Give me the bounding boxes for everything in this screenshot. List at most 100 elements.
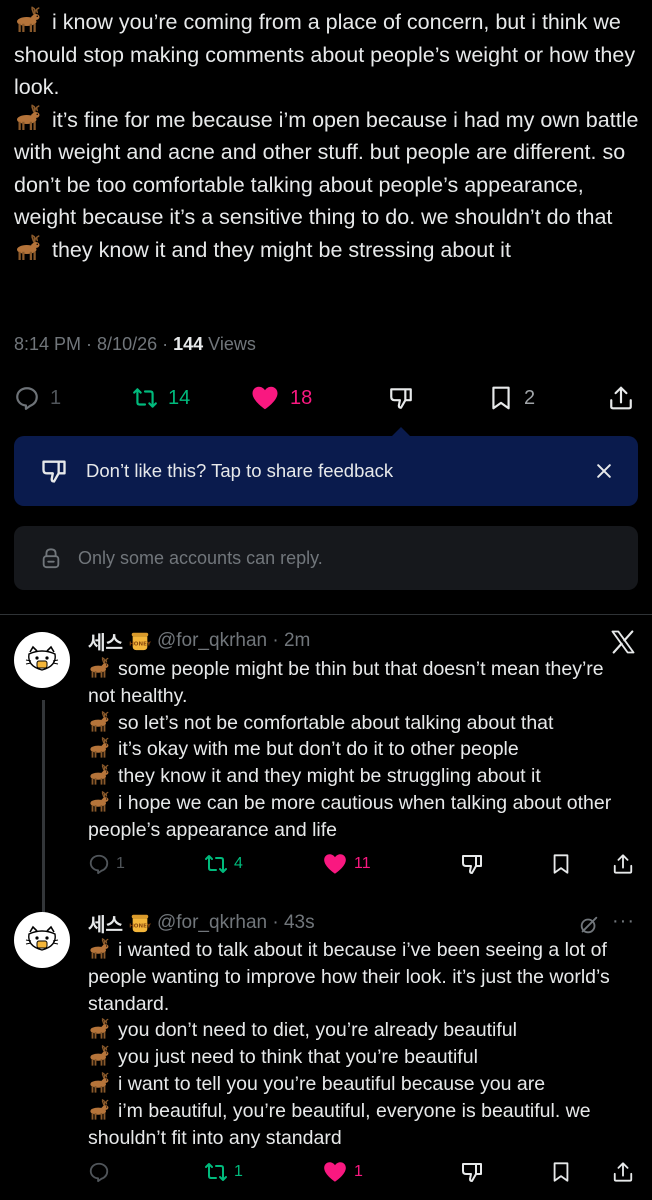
reply-actions: 1 1 xyxy=(0,1158,652,1186)
tweet-date[interactable]: 8/10/26 xyxy=(97,334,157,354)
reply-line: i wanted to talk about it because i’ve b… xyxy=(88,938,610,1015)
retweet-button[interactable]: 1 xyxy=(204,1158,243,1186)
feedback-text: Don’t like this? Tap to share feedback xyxy=(86,460,394,481)
tweet-line: i know you’re coming from a place of con… xyxy=(14,6,644,104)
deer-emoji xyxy=(88,737,112,759)
feedback-banner[interactable]: Don’t like this? Tap to share feedback xyxy=(14,436,638,506)
reply-text: i wanted to talk about it because i’ve b… xyxy=(88,937,633,1151)
reply-line: it’s okay with me but don’t do it to oth… xyxy=(88,736,633,763)
display-name[interactable]: 세스 xyxy=(88,910,123,937)
reply-line: so let’s not be comfortable about talkin… xyxy=(88,710,633,737)
deer-emoji xyxy=(14,234,44,262)
share-button[interactable] xyxy=(612,850,634,878)
share-button[interactable] xyxy=(612,1158,634,1186)
reply-time[interactable]: 2m xyxy=(284,630,310,652)
bookmark-button[interactable] xyxy=(550,850,572,878)
reply-count: 1 xyxy=(50,386,62,409)
deer-emoji xyxy=(88,1045,112,1067)
reply-line: i’m beautiful, you’re beautiful, everyon… xyxy=(88,1099,591,1149)
avatar[interactable] xyxy=(14,912,70,968)
deer-emoji xyxy=(88,1018,112,1040)
reply-text: some people might be thin but that doesn… xyxy=(88,656,633,844)
bookmark-icon xyxy=(550,853,572,875)
bookmark-icon xyxy=(550,1161,572,1183)
like-button[interactable]: 1 xyxy=(322,1158,363,1186)
cat-avatar-icon xyxy=(22,640,62,680)
dislike-button[interactable] xyxy=(388,378,414,418)
retweet-count: 1 xyxy=(234,1163,243,1180)
bookmark-icon xyxy=(488,385,514,411)
tweet-time[interactable]: 8:14 PM xyxy=(14,334,81,354)
thread-line xyxy=(42,700,45,912)
handle[interactable]: @for_qkrhan xyxy=(157,630,267,652)
edit-icon[interactable] xyxy=(578,914,600,936)
retweet-icon xyxy=(204,1160,228,1184)
bookmark-button[interactable]: 2 xyxy=(488,378,535,418)
like-button[interactable]: 18 xyxy=(250,378,312,418)
reply-line: you don’t need to diet, you’re already b… xyxy=(88,1017,633,1044)
deer-emoji xyxy=(88,1072,112,1094)
dislike-button[interactable] xyxy=(460,850,484,878)
reply-icon xyxy=(88,1161,110,1183)
share-icon xyxy=(612,1161,634,1183)
retweet-count: 4 xyxy=(234,855,243,872)
reply-count: 1 xyxy=(116,855,125,872)
cat-avatar-icon xyxy=(22,920,62,960)
lock-icon xyxy=(40,547,62,569)
handle[interactable]: @for_qkrhan xyxy=(157,912,267,934)
tweet-actions: 1 14 18 2 xyxy=(0,378,652,418)
reply-button[interactable]: 1 xyxy=(88,850,125,878)
retweet-count: 14 xyxy=(168,386,191,409)
like-icon xyxy=(250,383,280,413)
reply-line: i hope we can be more cautious when talk… xyxy=(88,791,612,841)
like-icon xyxy=(322,1159,348,1185)
reply-line: some people might be thin but that doesn… xyxy=(88,657,604,707)
reply-button[interactable] xyxy=(88,1158,116,1186)
tweet-text: i know you’re coming from a place of con… xyxy=(14,6,644,266)
more-icon[interactable]: ··· xyxy=(612,910,635,933)
share-icon xyxy=(612,853,634,875)
tweet-line: it’s fine for me because i’m open becaus… xyxy=(14,104,644,234)
share-button[interactable] xyxy=(608,378,634,418)
reply-header: 세스 @for_qkrhan · 43s xyxy=(88,910,315,936)
deer-emoji xyxy=(88,938,112,960)
retweet-button[interactable]: 4 xyxy=(204,850,243,878)
views-count: 144 xyxy=(173,334,204,354)
like-button[interactable]: 11 xyxy=(322,850,371,878)
deer-emoji xyxy=(88,764,112,786)
divider xyxy=(0,614,652,615)
like-count: 11 xyxy=(354,855,371,872)
reply-actions: 1 4 11 xyxy=(0,850,652,878)
reply-line: you just need to think that you’re beaut… xyxy=(88,1044,633,1071)
views-label: Views xyxy=(208,334,256,354)
retweet-icon xyxy=(204,852,228,876)
deer-emoji xyxy=(88,791,112,813)
reply-time[interactable]: 43s xyxy=(284,912,315,934)
retweet-button[interactable]: 14 xyxy=(132,378,190,418)
deer-emoji xyxy=(88,1099,112,1121)
like-count: 1 xyxy=(354,1163,363,1180)
bookmark-button[interactable] xyxy=(550,1158,572,1186)
bookmark-count: 2 xyxy=(524,386,536,409)
dislike-button[interactable] xyxy=(460,1158,484,1186)
reply-button[interactable]: 1 xyxy=(14,378,61,418)
retweet-icon xyxy=(132,385,158,411)
dislike-icon xyxy=(460,1160,484,1184)
dislike-icon xyxy=(40,457,68,485)
share-icon xyxy=(608,385,634,411)
avatar[interactable] xyxy=(14,632,70,688)
reply-line: they know it and they might be strugglin… xyxy=(88,763,633,790)
tweet-meta: 8:14 PM · 8/10/26 · 144 Views xyxy=(14,334,256,354)
dislike-icon xyxy=(388,385,414,411)
deer-emoji xyxy=(88,657,112,679)
reply-header: 세스 @for_qkrhan · 2m xyxy=(88,628,310,654)
close-icon[interactable] xyxy=(594,461,614,481)
display-name[interactable]: 세스 xyxy=(88,628,123,655)
x-logo-icon xyxy=(609,628,637,656)
reply-icon xyxy=(88,853,110,875)
like-icon xyxy=(322,851,348,877)
tweet-line: they know it and they might be stressing… xyxy=(14,234,644,267)
reply-restriction-text: Only some accounts can reply. xyxy=(78,547,323,568)
honey-pot-emoji xyxy=(129,630,151,652)
reply-icon xyxy=(14,385,40,411)
